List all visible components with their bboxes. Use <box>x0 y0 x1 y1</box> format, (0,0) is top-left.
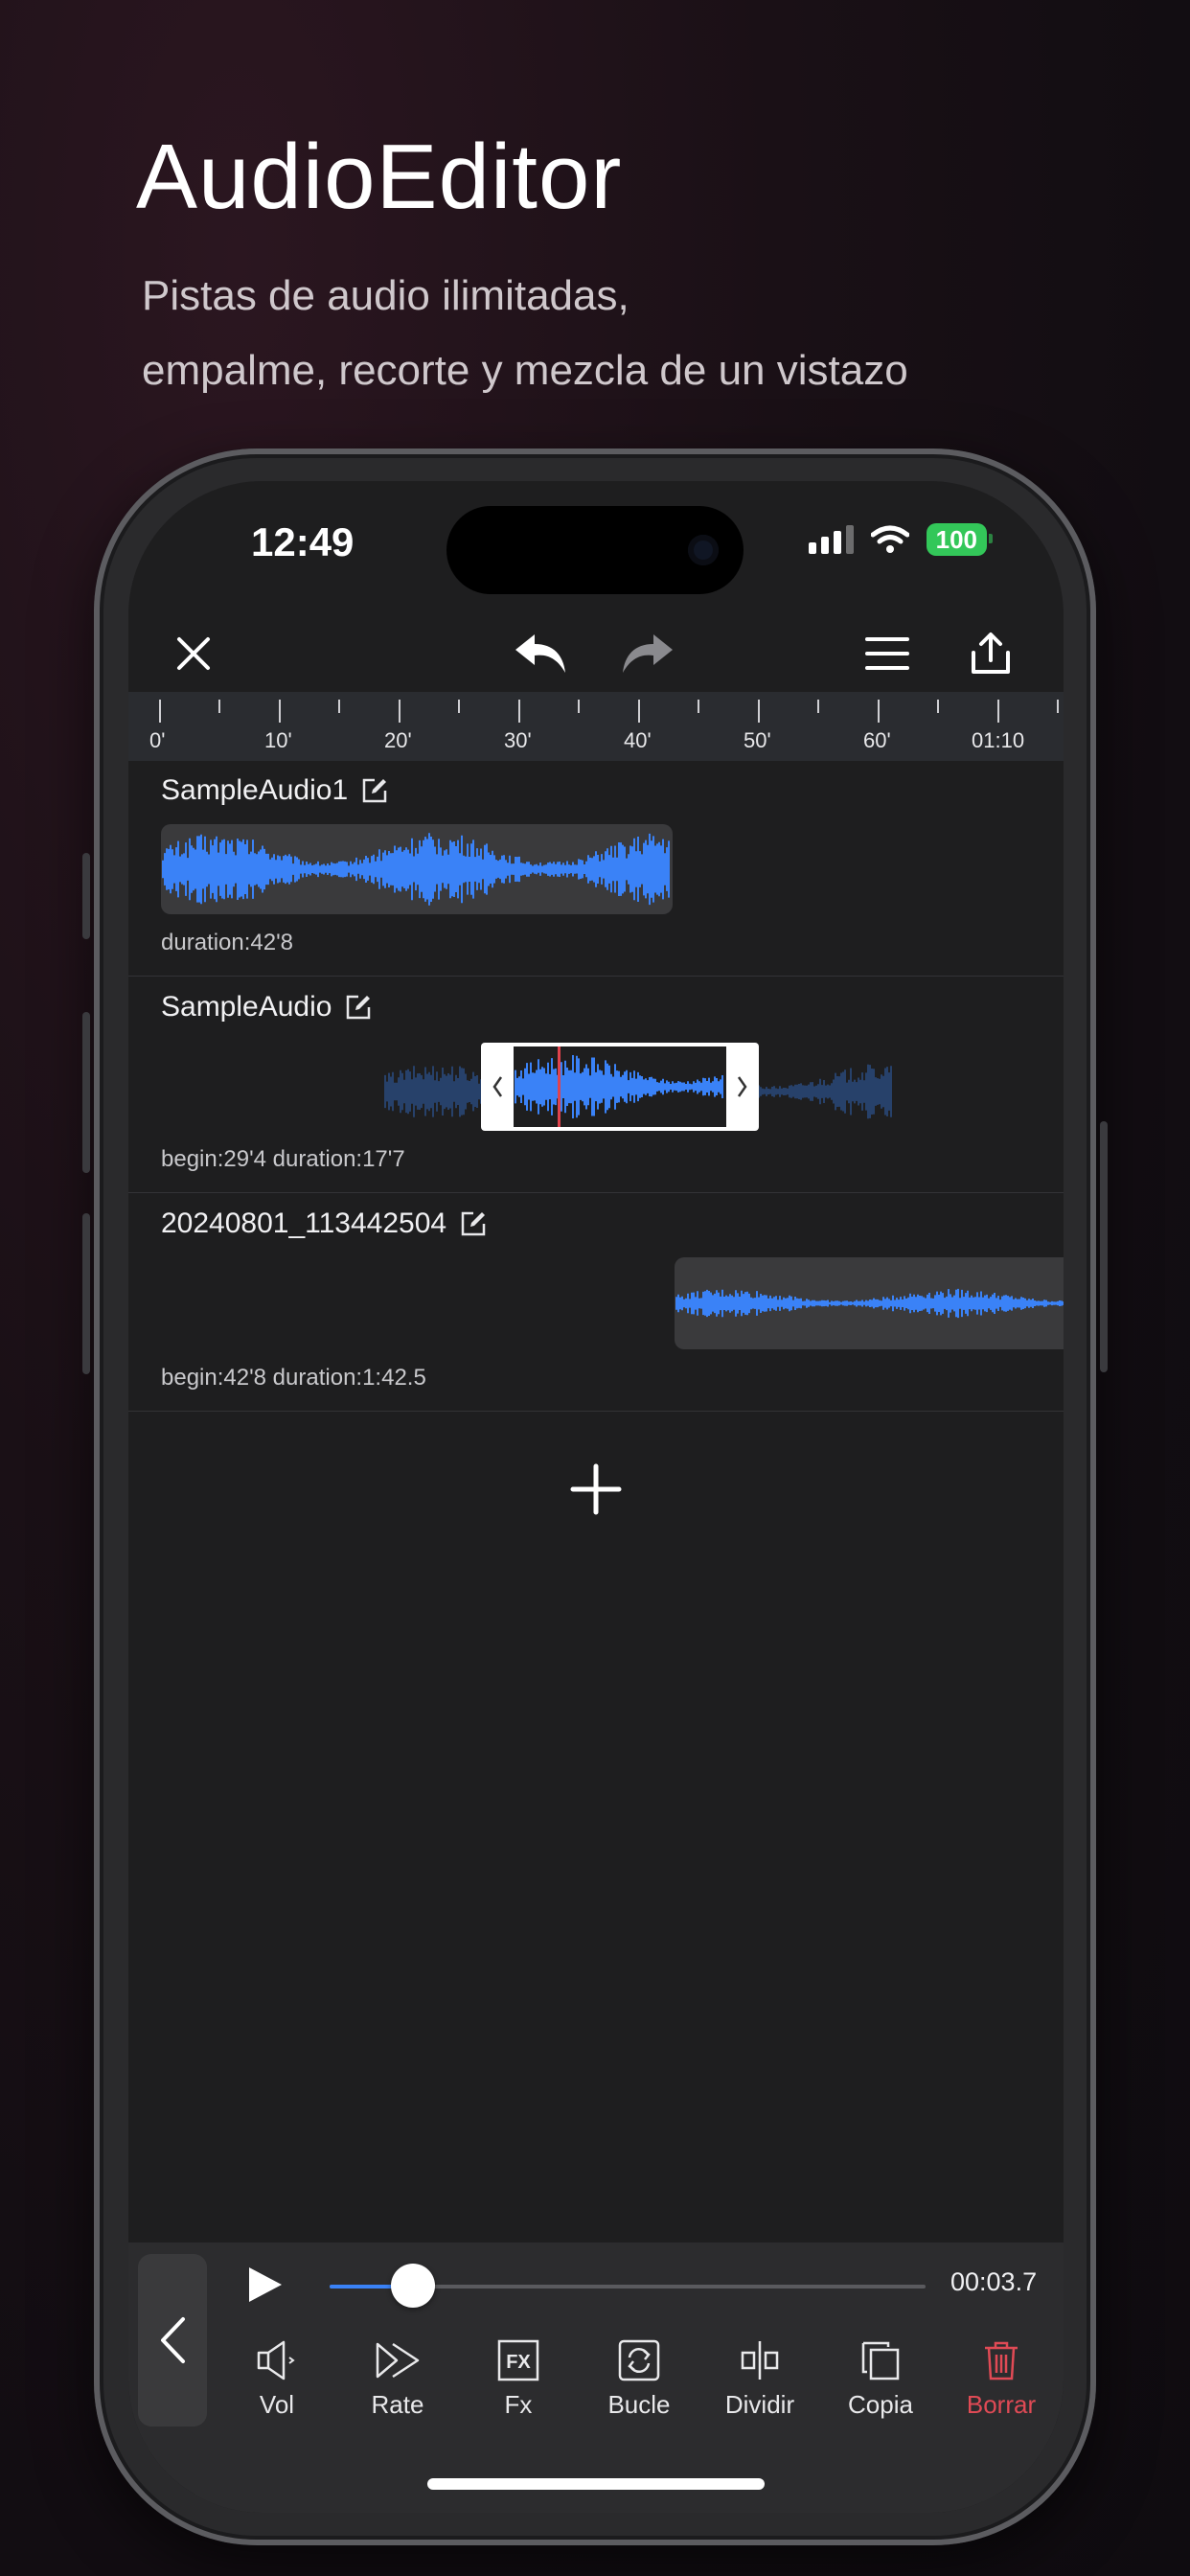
tool-delete[interactable]: Borrar <box>949 2338 1054 2420</box>
add-track-button[interactable] <box>550 1443 642 1535</box>
phone-volume-up-button <box>82 1012 90 1173</box>
track-name: SampleAudio <box>161 991 332 1023</box>
player-panel: 00:03.7 Vol Rate FX Fx Bucle Dividir Cop… <box>128 2242 1064 2513</box>
playback-time: 00:03.7 <box>950 2267 1038 2296</box>
playback-knob[interactable] <box>391 2264 436 2308</box>
play-button[interactable] <box>236 2256 293 2313</box>
trash-icon <box>985 2341 1018 2380</box>
waveform-bars <box>515 1055 723 1118</box>
promo-subtitle-line2: empalme, recorte y mezcla de un vistazo <box>142 347 908 394</box>
share-icon[interactable] <box>962 625 1019 682</box>
promo-subtitle-line1: Pistas de audio ilimitadas, <box>142 272 629 319</box>
track-name: 20240801_113442504 <box>161 1208 447 1239</box>
tool-label: Rate <box>371 2390 424 2419</box>
waveform-bars <box>162 833 670 906</box>
phone-power-button <box>1100 1121 1108 1372</box>
ruler-label: 60' <box>863 728 891 752</box>
close-icon[interactable] <box>165 625 222 682</box>
battery-indicator: 100 <box>926 523 994 556</box>
edit-icon[interactable] <box>361 777 388 804</box>
waveform-clip[interactable] <box>675 1257 1064 1349</box>
home-indicator <box>427 2478 765 2490</box>
tool-copy[interactable]: Copia <box>828 2338 933 2420</box>
tool-fx[interactable]: FX Fx <box>466 2338 571 2420</box>
track-item[interactable]: SampleAudio1 duration:42'8 <box>128 761 1064 977</box>
tool-loop[interactable]: Bucle <box>586 2338 692 2420</box>
chevron-left-icon <box>161 2317 185 2363</box>
tool-label: Dividir <box>724 2390 795 2419</box>
ruler-label: 10' <box>264 728 292 752</box>
waveform-clip[interactable] <box>161 824 673 914</box>
volume-icon <box>257 2340 295 2380</box>
wifi-icon <box>870 525 909 553</box>
rate-icon <box>376 2342 420 2379</box>
time-ruler[interactable]: 0' 10' 20' 30' 40' 50' 60' 01:10 <box>128 692 1064 761</box>
svg-text:FX: FX <box>506 2352 531 2373</box>
track-title[interactable]: SampleAudio1 <box>161 774 388 807</box>
tool-label: Copia <box>848 2390 913 2419</box>
play-icon <box>249 2267 282 2302</box>
ruler-label: 30' <box>504 728 532 752</box>
camera-icon <box>688 535 719 565</box>
tool-label: Fx <box>504 2390 533 2419</box>
status-time: 12:49 <box>251 519 355 564</box>
waveform-bars <box>675 1288 1064 1319</box>
ruler-label: 40' <box>624 728 652 752</box>
dynamic-island <box>446 506 744 594</box>
cellular-signal-icon <box>808 525 854 554</box>
waveform-icon <box>675 1288 1064 1319</box>
menu-icon[interactable] <box>858 625 916 682</box>
app-screen: 12:49 100 0' 10' 20' 30' 40' 50' 60' 01:… <box>128 481 1064 2513</box>
ruler-label: 20' <box>384 728 412 752</box>
top-toolbar <box>128 606 1064 702</box>
edit-icon[interactable] <box>460 1210 487 1237</box>
track-info: begin:42'8 duration:1:42.5 <box>161 1365 426 1391</box>
chevron-left-icon <box>492 1076 503 1097</box>
tool-label: Borrar <box>966 2390 1037 2419</box>
fx-icon: FX <box>497 2339 539 2381</box>
waveform-icon <box>162 833 670 906</box>
tool-split[interactable]: Dividir <box>707 2338 812 2420</box>
tool-vol[interactable]: Vol <box>224 2338 330 2420</box>
plus-icon <box>570 1463 622 1515</box>
track-name: SampleAudio1 <box>161 774 349 806</box>
trim-clip-body[interactable] <box>514 1046 726 1127</box>
promo-title: AudioEditor <box>136 126 623 228</box>
phone-action-button <box>82 853 90 939</box>
ruler-label: 0' <box>149 728 166 752</box>
phone-volume-down-button <box>82 1213 90 1374</box>
waveform-icon <box>515 1055 723 1118</box>
ruler-label: 01:10 <box>972 728 1025 752</box>
track-info: begin:29'4 duration:17'7 <box>161 1146 405 1172</box>
track-item[interactable]: SampleAudio begin:29'4 duration:17'7 <box>128 976 1064 1193</box>
back-button[interactable] <box>138 2254 207 2426</box>
playhead-marker <box>558 1046 561 1127</box>
tool-label: Vol <box>259 2390 295 2419</box>
trim-handle-right[interactable] <box>728 1043 757 1131</box>
tool-label: Bucle <box>607 2390 671 2419</box>
track-title[interactable]: SampleAudio <box>161 991 372 1024</box>
playback-slider[interactable] <box>330 2264 926 2308</box>
edit-icon[interactable] <box>345 994 372 1021</box>
ruler-label: 50' <box>744 728 771 752</box>
trim-handle-left[interactable] <box>483 1043 512 1131</box>
status-icons: 100 <box>808 523 994 556</box>
trim-selection[interactable] <box>481 1043 759 1131</box>
split-icon <box>741 2341 779 2380</box>
chevron-right-icon <box>737 1076 747 1097</box>
edit-tools: Vol Rate FX Fx Bucle Dividir Copia Borra… <box>224 2338 1064 2444</box>
redo-icon[interactable] <box>619 625 676 682</box>
undo-icon[interactable] <box>512 625 569 682</box>
loop-icon <box>618 2339 660 2381</box>
copy-icon <box>861 2341 900 2380</box>
track-item[interactable]: 20240801_113442504 begin:42'8 duration:1… <box>128 1192 1064 1412</box>
track-title[interactable]: 20240801_113442504 <box>161 1208 487 1240</box>
tool-rate[interactable]: Rate <box>345 2338 450 2420</box>
track-info: duration:42'8 <box>161 930 294 955</box>
